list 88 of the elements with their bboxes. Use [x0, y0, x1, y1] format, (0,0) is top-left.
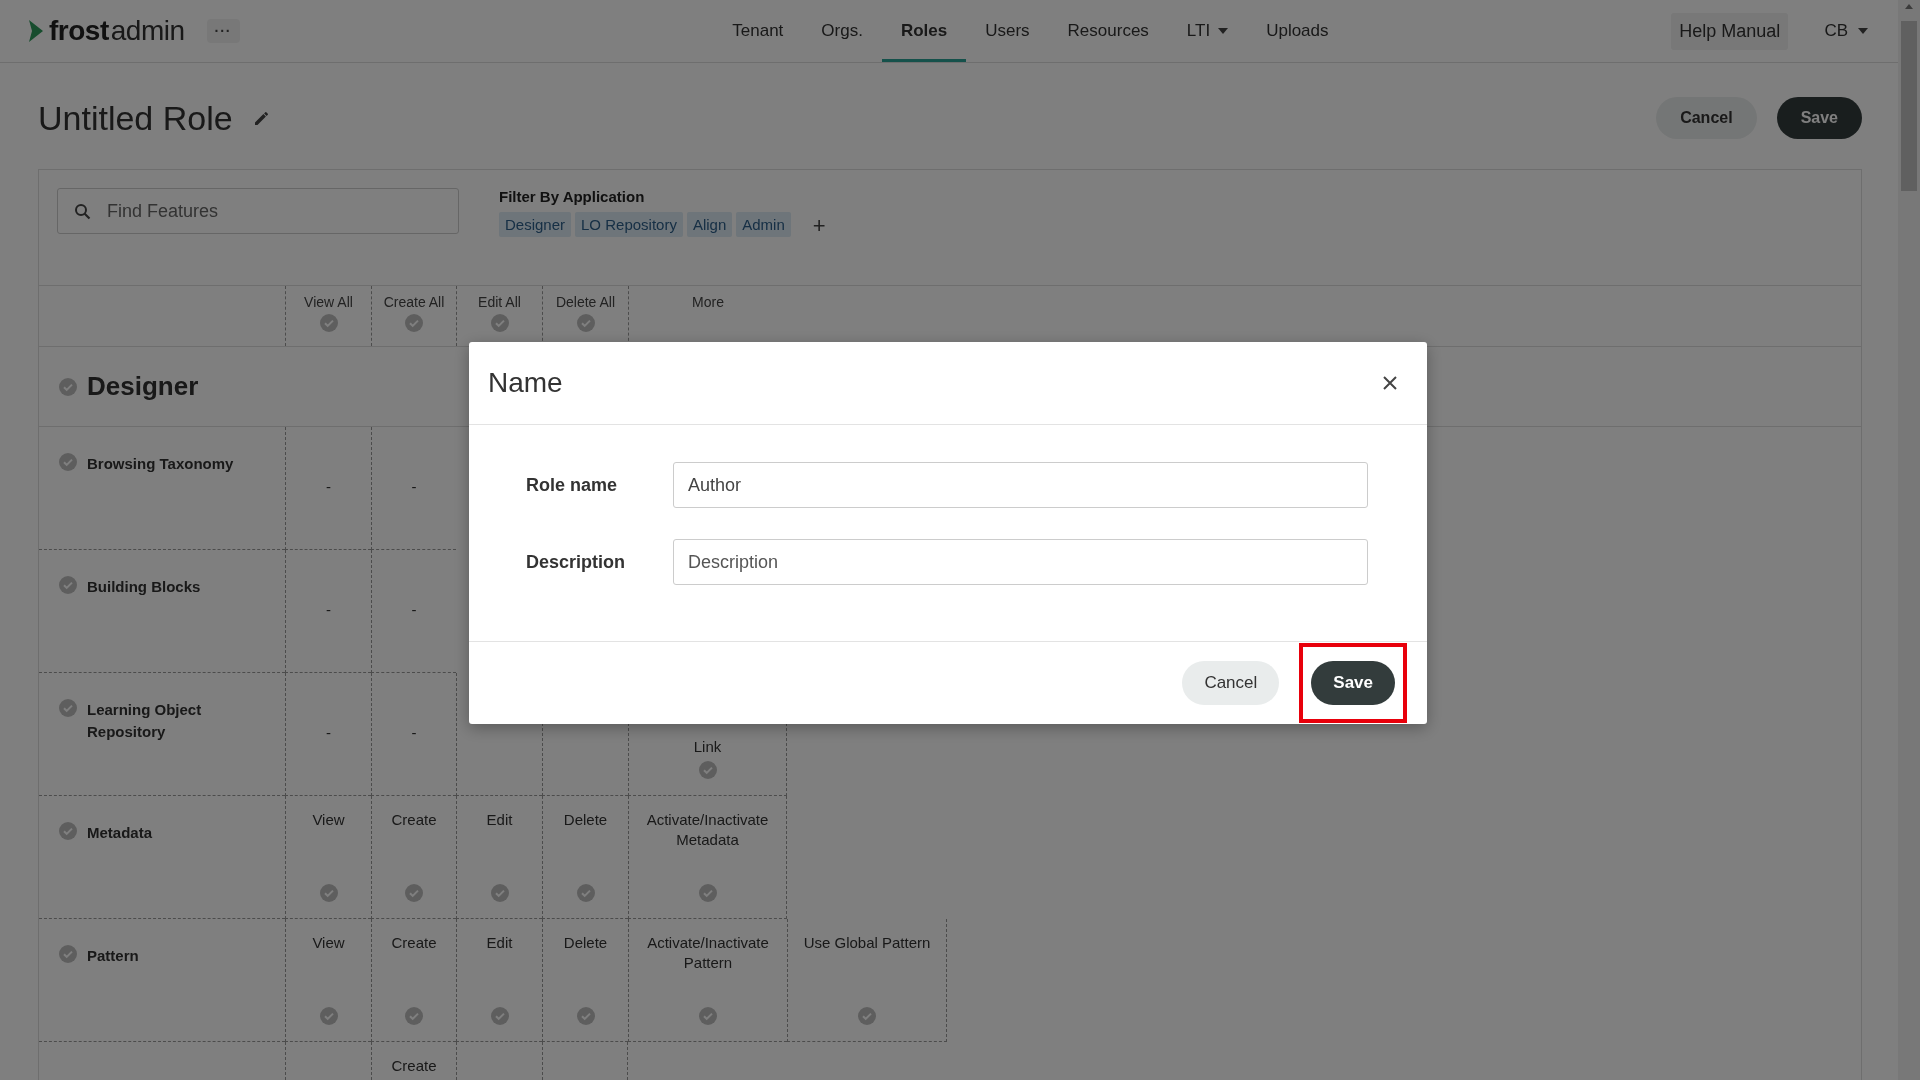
save-button[interactable]: Save: [1311, 661, 1395, 705]
permission-label: Create: [391, 1056, 437, 1076]
check-icon[interactable]: [490, 884, 509, 902]
check-icon[interactable]: [698, 761, 717, 779]
input-field[interactable]: Description: [673, 539, 1368, 585]
input-field[interactable]: Author: [673, 462, 1368, 508]
save-button[interactable]: Save: [1776, 97, 1862, 139]
close-icon[interactable]: [1381, 374, 1399, 392]
permission-label: Edit: [486, 810, 513, 830]
nav-tab[interactable]: Tenant: [713, 0, 803, 62]
check-icon[interactable]: [405, 884, 423, 902]
search-field[interactable]: Find Features: [57, 188, 459, 234]
feature-name: Browsing Taxonomy: [87, 454, 235, 474]
user-menu[interactable]: CB: [1818, 20, 1874, 42]
filter-title: Filter By Application: [499, 188, 646, 205]
permission-label: Link: [693, 737, 722, 757]
search-input[interactable]: Find Features: [105, 199, 442, 223]
check-icon[interactable]: [576, 314, 595, 332]
permission-label: Edit: [486, 933, 513, 953]
nav-tab[interactable]: Uploads: [1247, 0, 1348, 62]
dash-text: -: [326, 723, 331, 743]
scrollbar-thumb[interactable]: [1901, 21, 1917, 191]
nav-tab[interactable]: Resources: [1048, 0, 1168, 62]
dash-text: -: [326, 600, 331, 620]
check-icon[interactable]: [858, 1007, 876, 1025]
column-header: Create All: [383, 294, 445, 310]
check-icon[interactable]: [699, 1007, 717, 1025]
permission-label: Create: [391, 810, 437, 830]
filter-tag[interactable]: LO Repository: [575, 211, 683, 237]
column-header: Delete All: [555, 294, 616, 310]
permission-label: Create: [391, 933, 437, 953]
more-button[interactable]: ···: [206, 19, 240, 43]
permission-label: Delete: [563, 933, 608, 953]
check-icon[interactable]: [59, 377, 77, 396]
nav-tab[interactable]: Orgs.: [802, 0, 882, 62]
modal-title: Name: [488, 367, 564, 399]
check-icon[interactable]: [59, 822, 77, 840]
cancel-button[interactable]: Cancel: [1182, 661, 1280, 705]
feature-name: Building Blocks: [87, 577, 202, 597]
filter-tag[interactable]: Designer: [499, 211, 572, 237]
check-icon[interactable]: [59, 453, 77, 471]
field-label: Role name: [526, 474, 619, 496]
permission-label: Activate/Inactivate Pattern: [646, 933, 770, 973]
search-icon: [74, 202, 91, 220]
permission-label: Activate/Inactivate Metadata: [645, 810, 770, 850]
feature-name: Learning Object Repository: [87, 700, 203, 742]
check-icon[interactable]: [405, 314, 423, 332]
logo[interactable]: frostadmin: [27, 15, 185, 47]
check-icon[interactable]: [319, 884, 338, 902]
scroll-up-icon[interactable]: [1905, 4, 1913, 9]
check-icon[interactable]: [59, 699, 77, 717]
check-icon[interactable]: [698, 884, 717, 902]
dash-text: -: [411, 723, 417, 743]
check-icon[interactable]: [576, 884, 595, 902]
scrollbar[interactable]: [1898, 0, 1920, 1080]
check-icon[interactable]: [59, 945, 77, 963]
filter-tag[interactable]: Align: [686, 211, 733, 237]
cancel-button[interactable]: Cancel: [1656, 97, 1757, 139]
nav-tab[interactable]: LTI: [1167, 0, 1248, 62]
filter-tag[interactable]: Admin: [736, 211, 791, 237]
field-label: Description: [526, 551, 627, 573]
dash-text: -: [411, 600, 417, 620]
nav-tab[interactable]: Users: [966, 0, 1049, 62]
section-title: Designer: [87, 371, 199, 402]
check-icon[interactable]: [490, 1007, 509, 1025]
permission-label: View: [312, 810, 345, 830]
pencil-icon[interactable]: [252, 109, 271, 127]
check-icon[interactable]: [576, 1007, 595, 1025]
add-filter-button[interactable]: +: [808, 213, 830, 239]
column-header: View All: [304, 294, 353, 310]
check-icon[interactable]: [59, 576, 77, 594]
feature-name: Pattern: [87, 946, 140, 966]
permission-label: Use Global Pattern: [803, 933, 931, 953]
check-icon[interactable]: [319, 1007, 338, 1025]
column-header: More: [692, 294, 724, 310]
check-icon[interactable]: [490, 314, 509, 332]
dash-text: -: [326, 477, 331, 497]
permission-label: View: [312, 933, 345, 953]
help-manual-button[interactable]: Help Manual: [1671, 12, 1789, 50]
check-icon[interactable]: [319, 314, 338, 332]
check-icon[interactable]: [405, 1007, 423, 1025]
permission-label: Delete: [563, 810, 608, 830]
dash-text: -: [411, 477, 417, 497]
feature-name: Metadata: [87, 823, 154, 843]
column-header: Edit All: [478, 294, 521, 310]
caret-icon: [1858, 28, 1868, 34]
page-title: Untitled Role: [38, 98, 233, 138]
nav-tab[interactable]: Roles: [881, 0, 967, 62]
